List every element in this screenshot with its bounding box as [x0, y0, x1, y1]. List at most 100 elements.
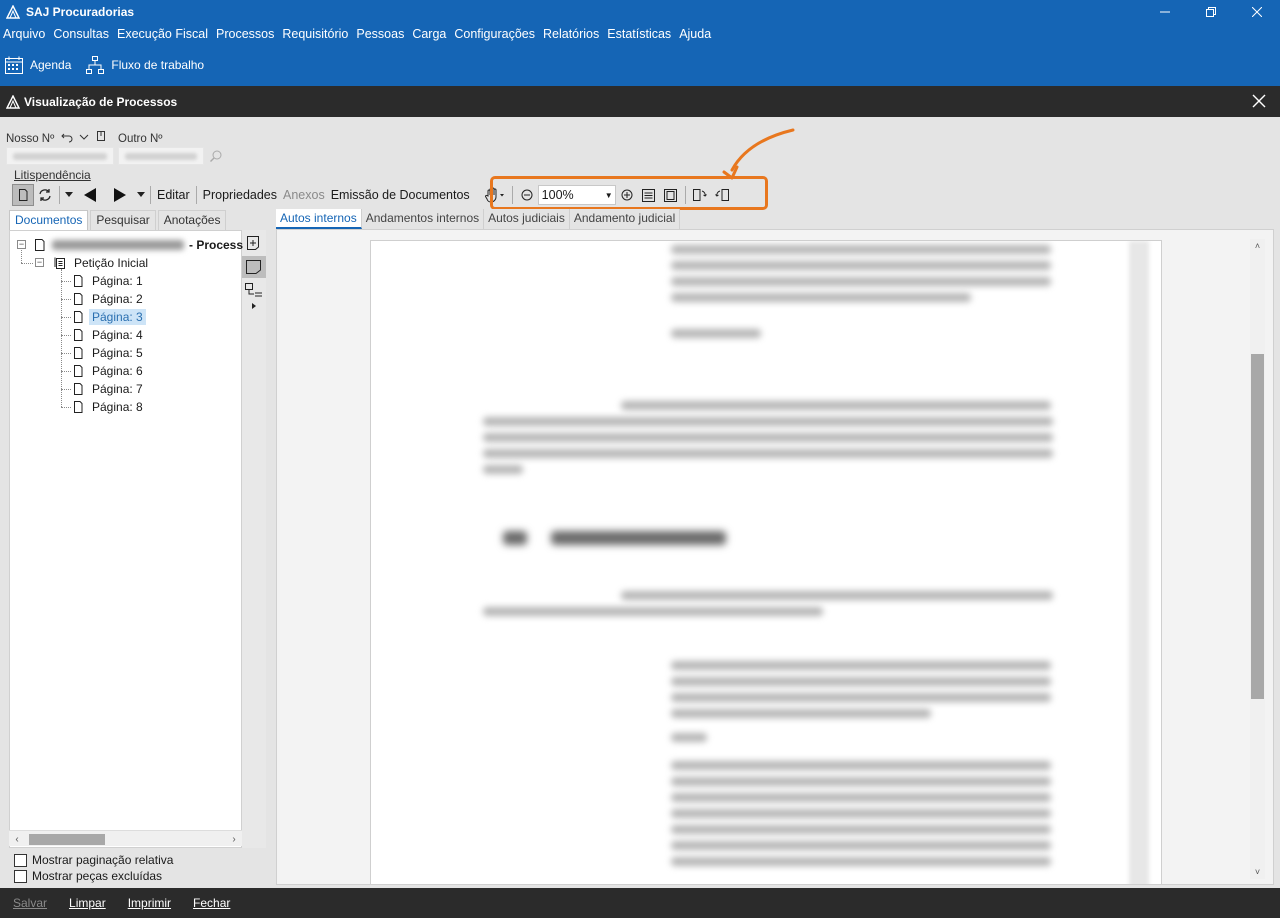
ribbon: Agenda Fluxo de trabalho	[0, 44, 1280, 86]
tab-anotacoes[interactable]: Anotações	[157, 210, 227, 230]
tree-page[interactable]: Página: 5	[71, 344, 146, 362]
deleted-pieces-option[interactable]: Mostrar peças excluídas	[14, 869, 162, 883]
deleted-pieces-checkbox[interactable]	[14, 869, 27, 883]
minimize-button[interactable]	[1142, 0, 1188, 24]
tree-root-label: - Process	[189, 238, 244, 252]
menu-processos[interactable]: Processos	[216, 27, 274, 41]
refresh-icon	[39, 189, 51, 201]
page-icon	[74, 365, 83, 377]
previous-button[interactable]	[75, 184, 105, 206]
page-icon	[74, 383, 83, 395]
salvar-button[interactable]: Salvar	[13, 896, 47, 910]
arrow-right-icon	[114, 188, 126, 202]
workflow-button[interactable]: Fluxo de trabalho	[85, 55, 204, 75]
relative-pagination-checkbox[interactable]	[14, 853, 27, 867]
propriedades-button[interactable]: Propriedades	[200, 184, 280, 206]
viewer-vertical-scrollbar[interactable]: ˄ ˅	[1250, 239, 1265, 879]
bottom-action-bar: Salvar Limpar Imprimir Fechar	[0, 888, 1280, 918]
nosso-numero-field[interactable]	[6, 147, 114, 165]
menu-relatorios[interactable]: Relatórios	[543, 27, 599, 41]
tab-andamento-judicial[interactable]: Andamento judicial	[569, 209, 681, 229]
tab-autos-judiciais[interactable]: Autos judiciais	[484, 209, 570, 229]
menu-estatisticas[interactable]: Estatísticas	[607, 27, 671, 41]
page-icon	[74, 311, 83, 323]
tab-autos-internos[interactable]: Autos internos	[276, 209, 362, 229]
page-icon	[74, 347, 83, 359]
relative-pagination-label: Mostrar paginação relativa	[32, 853, 174, 867]
page-icon	[74, 293, 83, 305]
tree-page[interactable]: Página: 7	[71, 380, 146, 398]
search-icon[interactable]	[209, 149, 223, 163]
tree-page[interactable]: Página: 1	[71, 272, 146, 290]
refresh-button[interactable]	[34, 184, 56, 206]
tree-page[interactable]: Página: 6	[71, 362, 146, 380]
scroll-thumb[interactable]	[29, 834, 105, 845]
document-view-button[interactable]	[12, 184, 34, 206]
page-label: Página: 7	[92, 382, 143, 396]
fechar-button[interactable]: Fechar	[193, 896, 230, 910]
tab-documentos[interactable]: Documentos	[9, 210, 89, 230]
tree-horizontal-scrollbar[interactable]: ‹ ›	[9, 830, 242, 846]
forward-dropdown[interactable]	[135, 184, 147, 206]
menu-bar: Arquivo Consultas Execução Fiscal Proces…	[0, 24, 1280, 44]
imprimir-button[interactable]: Imprimir	[128, 896, 171, 910]
back-dropdown[interactable]	[63, 184, 75, 206]
page-icon	[74, 275, 83, 287]
arrow-annotation-icon	[722, 128, 795, 180]
expand-arrow-icon[interactable]	[251, 303, 257, 309]
dropdown-arrow-icon	[137, 192, 145, 197]
outro-numero-field[interactable]	[118, 147, 204, 165]
anexos-button[interactable]: Anexos	[280, 184, 328, 206]
limpar-button[interactable]: Limpar	[69, 896, 106, 910]
tree-page[interactable]: Página: 4	[71, 326, 146, 344]
undo-icon[interactable]	[61, 131, 73, 143]
tab-pesquisar[interactable]: Pesquisar	[90, 210, 156, 230]
folder-label: Petição Inicial	[74, 256, 149, 270]
next-button[interactable]	[105, 184, 135, 206]
tree-page[interactable]: Página: 2	[71, 290, 146, 308]
left-tabs: Documentos Pesquisar Anotações	[9, 210, 228, 230]
arrow-left-icon	[84, 188, 96, 202]
menu-arquivo[interactable]: Arquivo	[3, 27, 45, 41]
workflow-label: Fluxo de trabalho	[111, 58, 205, 72]
window-title: Visualização de Processos	[24, 94, 178, 109]
window-logo-icon	[6, 94, 20, 109]
litispendencia-link[interactable]: Litispendência	[14, 168, 91, 182]
document-viewer[interactable]	[276, 229, 1274, 885]
tree-root-process[interactable]: - Process	[33, 236, 243, 254]
nosso-numero-label: Nosso Nº	[6, 133, 55, 145]
scroll-down-icon[interactable]: ˅	[1250, 865, 1265, 879]
restore-button[interactable]	[1188, 0, 1234, 24]
scroll-left-icon[interactable]: ‹	[9, 831, 25, 847]
menu-execucao-fiscal[interactable]: Execução Fiscal	[117, 27, 208, 41]
menu-ajuda[interactable]: Ajuda	[679, 27, 711, 41]
collapse-root-toggle[interactable]: −	[17, 240, 26, 249]
bookmark-icon[interactable]	[95, 130, 107, 142]
scroll-up-icon[interactable]: ˄	[1250, 239, 1265, 253]
relative-pagination-option[interactable]: Mostrar paginação relativa	[14, 853, 173, 867]
scroll-right-icon[interactable]: ›	[226, 831, 242, 847]
note-button[interactable]	[242, 256, 266, 278]
chevron-down-icon[interactable]	[78, 131, 90, 143]
process-icon	[35, 239, 45, 251]
calendar-icon	[5, 56, 23, 74]
menu-consultas[interactable]: Consultas	[53, 27, 109, 41]
emissao-documentos-button[interactable]: Emissão de Documentos	[328, 184, 473, 206]
tab-andamentos-internos[interactable]: Andamentos internos	[361, 209, 485, 229]
tree-folder-peticao[interactable]: Petição Inicial	[53, 254, 151, 272]
close-button[interactable]	[1234, 0, 1280, 24]
add-document-icon[interactable]	[245, 235, 261, 251]
menu-requisitorio[interactable]: Requisitório	[282, 27, 348, 41]
collapse-folder-toggle[interactable]: −	[35, 258, 44, 267]
editar-button[interactable]: Editar	[154, 184, 193, 206]
menu-pessoas[interactable]: Pessoas	[356, 27, 404, 41]
scroll-thumb[interactable]	[1251, 354, 1264, 699]
tree-page-selected[interactable]: Página: 3	[71, 308, 146, 326]
menu-configuracoes[interactable]: Configurações	[454, 27, 535, 41]
structure-icon[interactable]	[244, 282, 264, 300]
window-close-icon[interactable]	[1252, 94, 1266, 108]
menu-carga[interactable]: Carga	[412, 27, 446, 41]
minimize-icon	[1160, 11, 1170, 13]
agenda-button[interactable]: Agenda	[4, 55, 71, 75]
tree-page[interactable]: Página: 8	[71, 398, 146, 416]
